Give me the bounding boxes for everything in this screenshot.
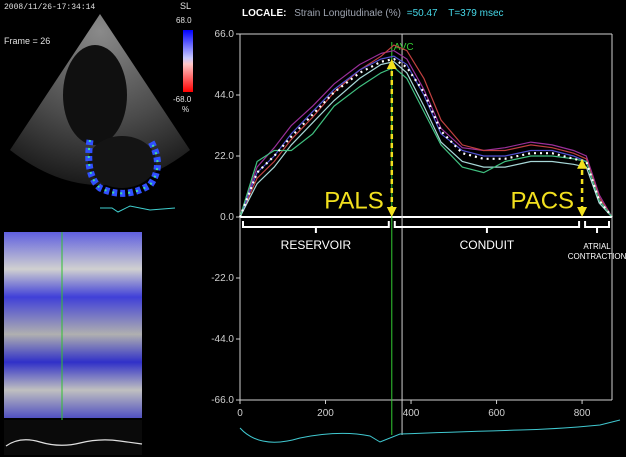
y-tick-label: 0.0: [220, 212, 234, 223]
atrial-cavity: [88, 136, 156, 188]
strain-curve-4: [239, 61, 613, 218]
phase-label-3: ATRIAL CONTRACTION: [568, 242, 626, 261]
strain-curves: [238, 44, 613, 218]
scale-unit: %: [182, 105, 189, 114]
header-measure: Strain Longitudinale (%): [294, 8, 401, 19]
annotation-label-2: PACS: [510, 187, 574, 214]
cardiac-cavity: [63, 45, 127, 145]
frame-label: Frame = 26: [4, 36, 50, 46]
chart-ecg: [239, 419, 621, 443]
annotation-arrowhead-bottom-1: [386, 207, 397, 217]
strain-map: [4, 232, 142, 418]
strain-curve-6: [238, 57, 613, 218]
chart-ecg-trace: [239, 419, 621, 443]
echo-ecg-trace: [100, 205, 176, 213]
chart-annotations: PALS PACS: [324, 58, 588, 217]
scale-min: -68.0: [173, 95, 192, 104]
phase-label-1: RESERVOIR: [281, 238, 352, 252]
header-mode: LOCALE:: [242, 8, 286, 19]
chart-axes: 66.0 44.0 22.0 0.0 -22.0 -44.0 -66.00 200 400 600…: [211, 29, 613, 435]
x-tick-label: 800: [574, 408, 591, 419]
phase-brackets: RESERVOIR CONDUIT ATRIAL CONTRACTION: [242, 221, 626, 261]
x-tick-label: 200: [317, 408, 334, 419]
chart-header: LOCALE: Strain Longitudinale (%) =50.47 …: [242, 8, 504, 19]
y-tick-label: -66.0: [211, 395, 234, 406]
annotation-arrowhead-bottom-2: [577, 207, 588, 217]
y-tick-label: 22.0: [215, 151, 235, 162]
echo-image-svg: 2008/11/26-17:34:14 Frame = 26 SL 68.0 -…: [4, 1, 193, 213]
header-value: =50.47: [407, 8, 438, 19]
echo-image: 2008/11/26-17:34:14 Frame = 26 SL 68.0 -…: [0, 0, 200, 228]
x-tick-label: 600: [488, 408, 505, 419]
phase-bracket-2: [393, 221, 581, 233]
header-time: T=379 msec: [448, 8, 503, 19]
strain-map-ecg-area: [4, 420, 142, 455]
strain-curve-3: [239, 55, 613, 218]
scale-label: SL: [180, 1, 191, 11]
strain-map-svg: [4, 232, 143, 455]
strain-map-panel: [0, 228, 148, 457]
scale-max: 68.0: [176, 16, 192, 25]
y-tick-label: -44.0: [211, 334, 234, 345]
svg-text:LOCALE: Strain Longitudi: LOCALE: Strain Longitudinale (%) =50.47 …: [242, 8, 504, 19]
phase-label-2: CONDUIT: [460, 238, 515, 252]
y-tick-label: 44.0: [215, 90, 235, 101]
y-tick-label: 66.0: [215, 29, 235, 40]
strain-curve-5: [239, 66, 613, 218]
y-tick-label: -22.0: [211, 273, 234, 284]
annotation-arrowhead-top-2: [577, 158, 588, 169]
x-tick-label: 400: [403, 408, 420, 419]
avc-label: AVC: [394, 42, 414, 53]
annotation-arrowhead-top-1: [386, 58, 397, 69]
strain-color-scale: [183, 30, 193, 92]
phase-bracket-3: [584, 221, 610, 233]
x-tick-label: 0: [237, 408, 243, 419]
strain-curve-2: [239, 44, 613, 218]
annotation-label-1: PALS: [324, 187, 384, 214]
strain-curve-1: [239, 49, 613, 218]
phase-bracket-1: [242, 221, 390, 233]
echo-timestamp: 2008/11/26-17:34:14: [4, 3, 95, 12]
